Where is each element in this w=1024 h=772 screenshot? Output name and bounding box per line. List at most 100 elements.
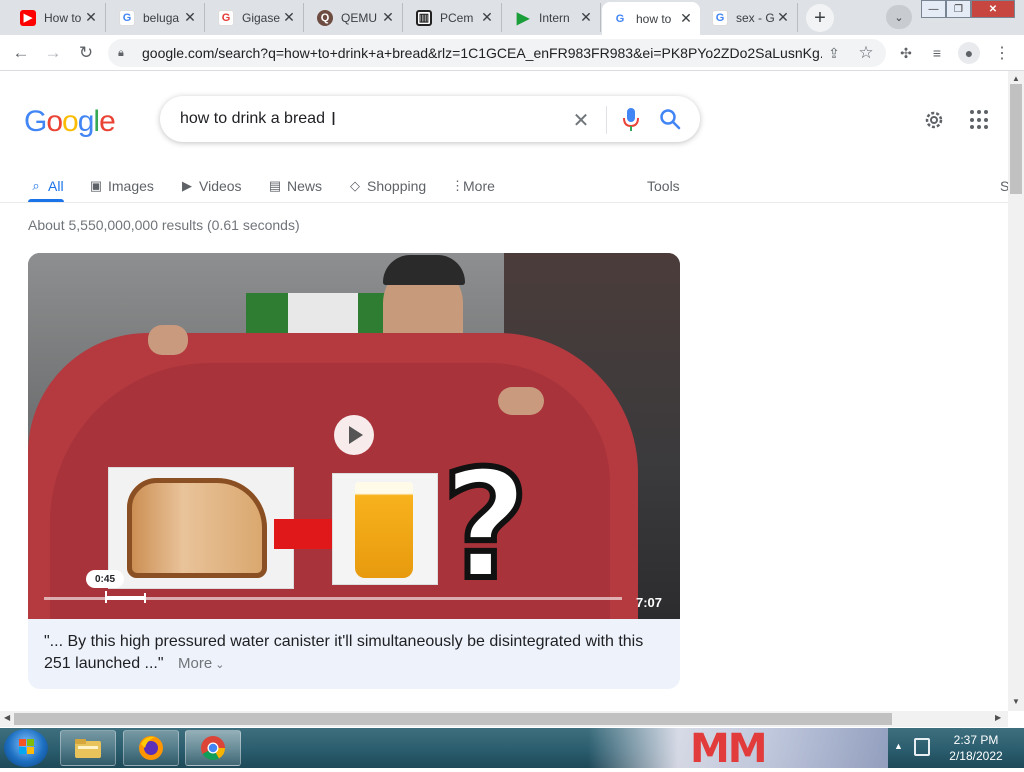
current-time-bubble: 0:45 — [86, 570, 124, 588]
clock-time: 2:37 PM — [953, 733, 999, 747]
tab-label: News — [287, 178, 323, 194]
play-icon — [349, 426, 363, 444]
browser-tab-1[interactable]: ▶ How to ✕ — [10, 3, 106, 32]
snippet-line-2: 251 launched ..." — [44, 655, 164, 672]
forward-arrow-icon[interactable]: → — [41, 41, 65, 65]
windows-logo-icon — [19, 739, 35, 755]
close-icon[interactable]: ✕ — [479, 9, 495, 26]
tab-news[interactable]: ▤ News — [267, 171, 322, 201]
browser-tab-8[interactable]: G sex - G ✕ — [702, 3, 798, 32]
browser-toolbar: ← → ↻ 🔒︎ google.com/search?q=how+to+drin… — [0, 35, 1024, 71]
tab-title: beluga — [143, 10, 180, 25]
tab-label: More — [463, 178, 495, 194]
address-bar[interactable]: 🔒︎ google.com/search?q=how+to+drink+a+br… — [108, 39, 886, 67]
close-icon[interactable]: ✕ — [281, 9, 297, 26]
close-icon[interactable]: ✕ — [678, 10, 694, 27]
bread-image — [108, 467, 294, 589]
youtube-icon: ▶ — [20, 9, 36, 26]
video-progress-key-moment[interactable] — [106, 596, 146, 600]
tab-videos[interactable]: ▶ Videos — [179, 171, 242, 201]
scroll-up-icon[interactable]: ▲ — [1012, 74, 1020, 83]
more-label: More — [178, 655, 213, 672]
browser-tab-6[interactable]: ▶ Intern ✕ — [505, 3, 601, 32]
close-icon[interactable]: ✕ — [83, 9, 99, 26]
more-link[interactable]: More ⌄ — [178, 655, 224, 672]
reload-icon[interactable]: ↻ — [74, 41, 98, 65]
scroll-right-icon[interactable]: ▶ — [995, 713, 1001, 722]
clear-search-icon[interactable]: ✕ — [570, 108, 592, 133]
wallpaper-text: MM — [690, 726, 768, 772]
start-button[interactable] — [4, 729, 48, 767]
tab-all[interactable]: ⌕ All — [28, 171, 63, 201]
search-icon[interactable] — [658, 107, 682, 131]
system-clock[interactable]: 2:37 PM 2/18/2022 — [940, 732, 1012, 764]
extensions-puzzle-icon[interactable]: ✣ — [895, 42, 917, 64]
windows-taskbar: MM ▲ 2:37 PM 2/18/2022 — [0, 726, 1024, 772]
play-button[interactable] — [334, 415, 374, 455]
network-icon[interactable] — [914, 738, 930, 756]
google-logo[interactable]: Google — [24, 105, 116, 139]
search-input[interactable]: how to drink a bread I ✕ — [160, 96, 700, 142]
new-tab-button[interactable]: + — [806, 4, 834, 32]
search-nav-tabs: ⌕ All ▣ Images ▶ Videos ▤ News ◇ Shoppin… — [28, 171, 1008, 203]
taskbar-firefox[interactable] — [123, 730, 179, 766]
microphone-icon[interactable] — [620, 106, 642, 132]
pcem-icon: ▥ — [416, 9, 432, 26]
video-duration: 7:07 — [636, 595, 663, 610]
video-snippet: "... By this high pressured water canist… — [28, 619, 680, 689]
tools-button[interactable]: Tools — [647, 171, 680, 201]
tab-title: QEMU — [341, 10, 377, 25]
minimize-button[interactable]: — — [921, 0, 946, 18]
browser-tab-7-active[interactable]: G how to ✕ — [602, 2, 700, 35]
bookmark-star-icon[interactable]: ☆ — [855, 42, 877, 64]
browser-tab-5[interactable]: ▥ PCem ✕ — [406, 3, 502, 32]
scroll-left-icon[interactable]: ◀ — [4, 713, 10, 722]
tab-title: Intern — [539, 10, 570, 25]
question-mark-graphic: ? — [439, 439, 532, 613]
taskbar-chrome[interactable] — [185, 730, 241, 766]
browser-menu-icon[interactable]: ⋮ — [991, 42, 1013, 64]
play-icon: ▶ — [516, 9, 530, 27]
tab-search-chevron-icon[interactable]: ⌄ — [886, 5, 912, 29]
browser-tab-3[interactable]: G Gigase ✕ — [208, 3, 304, 32]
dots-vertical-icon: ⋮ — [451, 178, 464, 193]
tab-title: how to — [636, 11, 672, 26]
share-icon[interactable]: ⇪ — [823, 42, 845, 64]
close-icon[interactable]: ✕ — [775, 9, 791, 26]
restore-button[interactable]: ❐ — [946, 0, 971, 18]
search-results-page: Google how to drink a bread I ✕ ⌕ All ▣ … — [0, 71, 1008, 711]
reading-list-icon[interactable]: ≡ — [926, 42, 948, 64]
tab-images[interactable]: ▣ Images — [88, 171, 154, 201]
tab-title: How to — [44, 10, 82, 25]
scroll-down-icon[interactable]: ▼ — [1012, 697, 1020, 706]
gear-icon[interactable] — [922, 108, 946, 132]
tab-title: sex - G — [736, 10, 774, 25]
google-apps-icon[interactable] — [970, 110, 990, 130]
google-icon: G — [612, 10, 628, 27]
profile-avatar-icon[interactable]: ● — [958, 42, 980, 64]
tab-label: Shopping — [367, 178, 427, 194]
safesearch-label: S — [1000, 178, 1008, 194]
tab-shopping[interactable]: ◇ Shopping — [347, 171, 426, 201]
image-icon: ▣ — [89, 178, 103, 193]
close-icon[interactable]: ✕ — [182, 9, 198, 26]
video-hand-right — [498, 387, 544, 415]
vertical-scroll-thumb[interactable] — [1010, 84, 1022, 194]
header-divider — [0, 202, 1008, 203]
firefox-icon — [139, 736, 163, 760]
tray-expand-icon[interactable]: ▲ — [894, 741, 903, 751]
progress-marker-start — [105, 591, 107, 603]
browser-tab-2[interactable]: G beluga ✕ — [109, 3, 205, 32]
browser-tab-4[interactable]: Q QEMU ✕ — [307, 3, 403, 32]
horizontal-scroll-thumb[interactable] — [14, 713, 892, 725]
window-close-button[interactable]: ✕ — [971, 0, 1015, 18]
video-result-thumbnail[interactable]: ? 0:45 7:07 — [28, 253, 680, 619]
back-arrow-icon[interactable]: ← — [9, 41, 33, 65]
tab-more[interactable]: ⋮ More — [451, 171, 495, 201]
safesearch-label-cut[interactable]: S — [1000, 171, 1008, 201]
lock-icon: 🔒︎ — [118, 46, 124, 59]
result-stats: About 5,550,000,000 results (0.61 second… — [28, 217, 300, 233]
taskbar-explorer[interactable] — [60, 730, 116, 766]
close-icon[interactable]: ✕ — [380, 9, 396, 26]
close-icon[interactable]: ✕ — [578, 9, 594, 26]
